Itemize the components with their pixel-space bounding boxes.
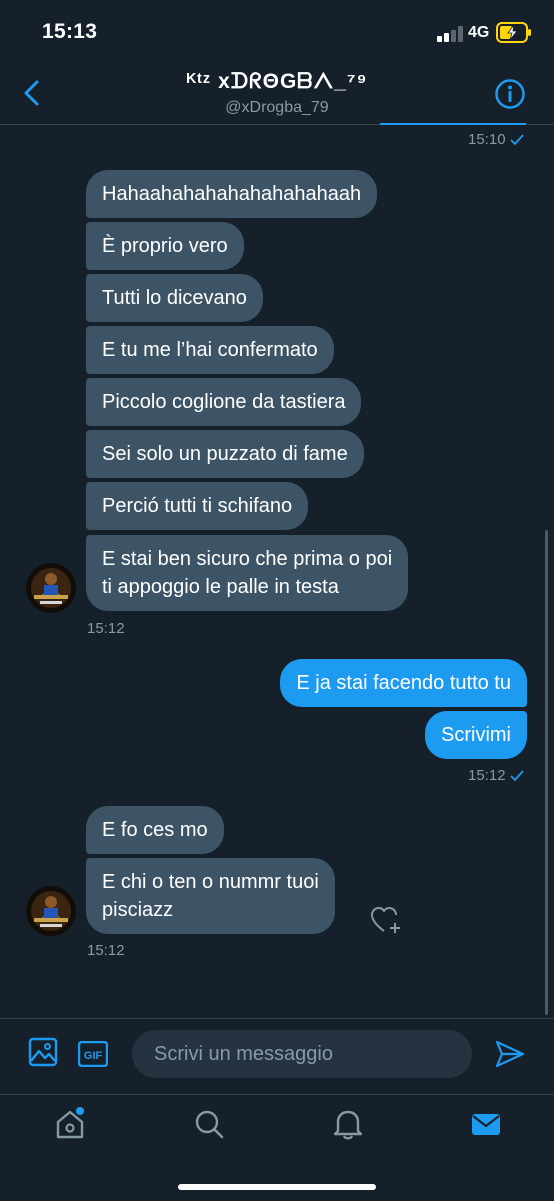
previous-message-edge (380, 123, 526, 125)
signal-icon (437, 26, 463, 42)
check-icon (509, 134, 524, 146)
received-message[interactable]: E chi o ten o nummr tuoi pisciazz (86, 858, 335, 934)
received-message[interactable]: Perció tutti ti schifano (86, 482, 309, 530)
avatar[interactable] (26, 563, 76, 613)
search-icon[interactable] (193, 1107, 225, 1141)
bell-icon[interactable] (332, 1107, 364, 1141)
received-message[interactable]: E tu me l’hai confermato (86, 326, 334, 374)
info-icon[interactable] (494, 78, 526, 110)
message-composer: GIF (0, 1018, 554, 1095)
home-icon[interactable] (54, 1107, 86, 1141)
mail-icon[interactable] (470, 1107, 502, 1141)
gif-icon[interactable]: GIF (78, 1041, 108, 1067)
conversation-handle: @xDrogba_79 (225, 99, 329, 116)
home-indicator (178, 1184, 376, 1190)
send-icon[interactable] (494, 1039, 526, 1069)
battery-icon (496, 22, 531, 43)
check-icon (509, 770, 524, 782)
received-message[interactable]: È proprio vero (86, 222, 244, 270)
message-timestamp: 15:12 (468, 767, 524, 784)
sent-message[interactable]: E ja stai facendo tutto tu (280, 659, 527, 707)
scrollbar[interactable] (545, 530, 548, 1015)
message-timestamp: 15:12 (87, 942, 125, 959)
message-input[interactable] (132, 1030, 472, 1078)
received-message[interactable]: E stai ben sicuro che prima o poi ti app… (86, 535, 409, 611)
avatar-image (26, 563, 76, 613)
conversation-header: ᴷᵗᶻ xᗪᖇΘGᗷᐱ_⁷⁹ @xDrogba_79 (0, 62, 554, 125)
heart-plus-icon[interactable] (370, 905, 402, 935)
image-icon[interactable] (28, 1037, 58, 1067)
message-timestamp: 15:10 (468, 131, 524, 148)
gif-label: GIF (84, 1050, 103, 1062)
status-time: 15:13 (42, 20, 98, 43)
network-label: 4G (468, 24, 490, 41)
avatar[interactable] (26, 886, 76, 936)
received-message[interactable]: Tutti lo dicevano (86, 274, 263, 322)
status-bar: 15:13 4G (0, 0, 554, 62)
sent-message[interactable]: Scrivimi (425, 711, 527, 759)
received-message[interactable]: Sei solo un puzzato di fame (86, 430, 364, 478)
message-timestamp: 15:12 (87, 620, 125, 637)
received-message[interactable]: E fo ces mo (86, 806, 224, 854)
conversation-title[interactable]: ᴷᵗᶻ xᗪᖇΘGᗷᐱ_⁷⁹ (0, 70, 554, 94)
avatar-image (26, 886, 76, 936)
received-message[interactable]: Piccolo coglione da tastiera (86, 378, 362, 426)
received-message[interactable]: Hahaahahahahahahahahaah (86, 170, 378, 218)
